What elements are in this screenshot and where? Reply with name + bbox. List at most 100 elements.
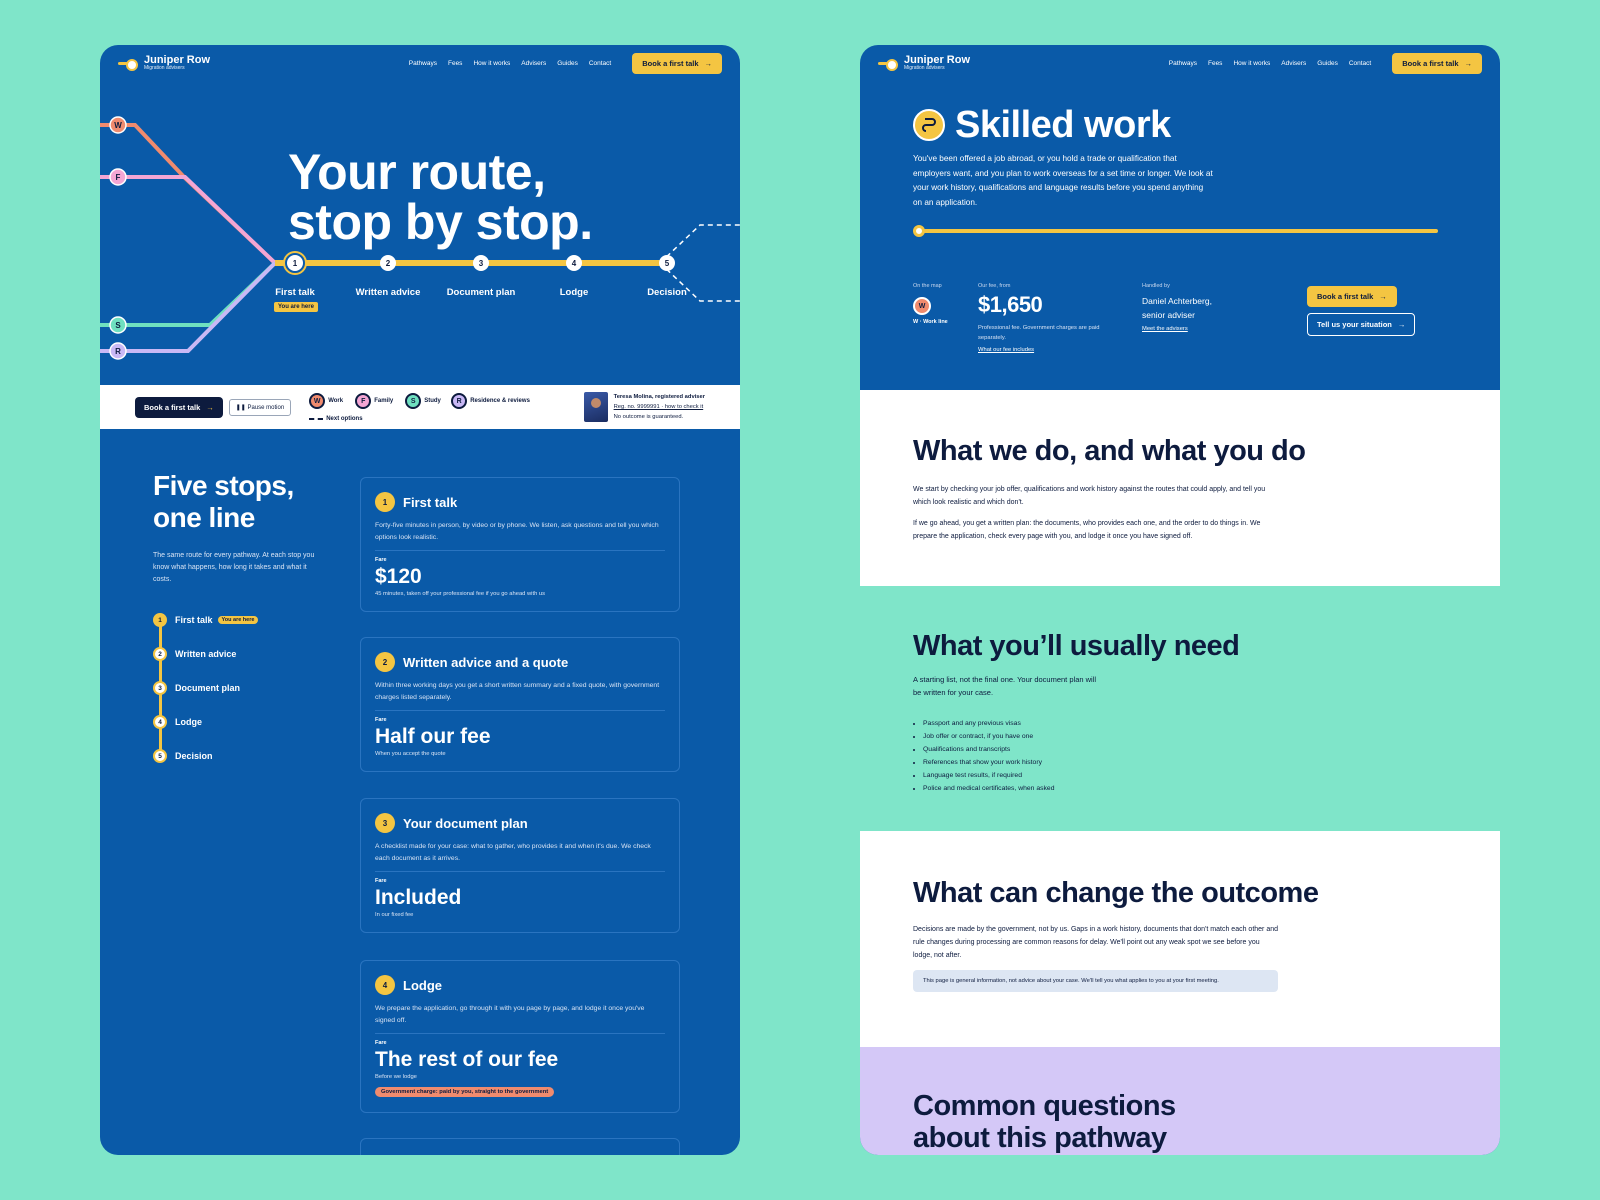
legend-bar: Book a first talk → ❚❚ Pause motion W Work…: [100, 385, 740, 429]
fare-note: When you accept the quote: [375, 751, 446, 757]
list-item: Qualifications and transcripts: [923, 743, 1054, 756]
stop-card-decision: [360, 1138, 680, 1155]
on-map-label: On the map: [913, 283, 942, 289]
government-charge-badge: Government charge: paid by you, straight…: [375, 1087, 555, 1097]
fare-value: $120: [375, 565, 422, 588]
nav-link-advisers[interactable]: Advisers: [1281, 60, 1306, 67]
station-label-written-advice[interactable]: Written advice: [356, 287, 421, 298]
mini-stop-number: 5: [153, 749, 167, 763]
legend-item-family: F Family: [355, 393, 393, 409]
mini-stop-decision[interactable]: 5 Decision: [153, 749, 333, 783]
handled-by-name: Daniel Achterberg, senior adviser: [1142, 295, 1212, 322]
card-title: Lodge: [403, 977, 442, 993]
mini-stop-first-talk[interactable]: 1 First talk You are here: [153, 613, 333, 649]
mini-stop-label: Document plan: [175, 683, 241, 693]
section-paragraph: A starting list, not the final one. Your…: [913, 675, 1097, 697]
line-badge-f: F: [109, 168, 127, 186]
logo-icon: [878, 59, 898, 71]
section-paragraph: We start by checking your job offer, qua…: [913, 486, 1266, 506]
stops-title: Five stops, one line: [153, 470, 294, 534]
pause-motion-button[interactable]: ❚❚ Pause motion: [228, 398, 292, 416]
stop-card-first-talk: 1 First talk Forty-five minutes in person…: [360, 477, 680, 612]
line-badge-s: S: [109, 316, 127, 334]
legend-label: Study: [424, 398, 441, 404]
card-number: 4: [375, 975, 395, 995]
nav-link-pathways[interactable]: Pathways: [1169, 60, 1197, 67]
legend-badge-f: F: [355, 393, 372, 409]
legend-next-options: Next options: [309, 416, 363, 422]
legend-item-study: S Study: [405, 393, 441, 409]
fee-label: Our fee, from: [978, 283, 1011, 289]
fee-includes-link[interactable]: What our fee includes: [978, 347, 1034, 353]
card-description: Within three working days you get a shor…: [375, 680, 665, 711]
card-number: 2: [375, 652, 395, 672]
section-title-faq: Common questions about this pathway: [913, 1090, 1176, 1154]
section-title-what-you-need: What you’ll usually need: [913, 630, 1240, 662]
card-title: Written advice and a quote: [403, 654, 569, 670]
top-nav: Juniper Row Migration advisers Pathways …: [860, 45, 1500, 81]
page-title: Skilled work: [955, 104, 1171, 146]
svg-text:S: S: [115, 321, 121, 330]
fee-value: $1,650: [978, 292, 1043, 317]
nav-book-button[interactable]: Book a first talk →: [1392, 52, 1482, 74]
fare-label: Fare: [375, 1040, 387, 1046]
mini-stop-label: Lodge: [175, 717, 202, 727]
fare-value: Included: [375, 886, 462, 909]
station-3: 3: [473, 255, 489, 271]
mini-stop-written-advice[interactable]: 2 Written advice: [153, 647, 333, 683]
home-page-panel: Juniper Row Migration advisers Pathways …: [100, 45, 740, 1155]
nav-link-how-it-works[interactable]: How it works: [1233, 60, 1270, 67]
svg-text:F: F: [116, 173, 121, 182]
nav-link-guides[interactable]: Guides: [1317, 60, 1338, 67]
station-label-lodge[interactable]: Lodge: [560, 287, 589, 298]
card-number: 1: [375, 492, 395, 512]
hero: W F S R 1 2 3 4 5 Your route, stop by st…: [100, 45, 740, 385]
mini-stop-label: Decision: [175, 751, 213, 761]
adviser-name: Teresa Molina, registered adviser: [613, 394, 705, 400]
fare-value: Half our fee: [375, 725, 491, 748]
avatar: [583, 392, 608, 422]
meet-advisers-link[interactable]: Meet the advisers: [1142, 326, 1188, 332]
list-item: Police and medical certificates, when as…: [923, 782, 1054, 795]
family-line: [100, 175, 277, 265]
handled-by-label: Handled by: [1142, 283, 1170, 289]
tell-situation-label: Tell us your situation: [1317, 320, 1392, 329]
handled-by-line-1: Daniel Achterberg,: [1142, 296, 1212, 306]
faq-title-line-2: about this pathway: [913, 1122, 1167, 1154]
svg-text:2: 2: [386, 259, 391, 268]
arrow-right-icon: →: [1379, 292, 1387, 301]
mini-stop-number: 3: [153, 681, 167, 695]
book-first-talk-button[interactable]: Book a first talk →: [1307, 286, 1397, 307]
nav-book-label: Book a first talk: [1402, 58, 1459, 68]
you-are-here-badge: You are here: [274, 302, 318, 312]
mini-stop-lodge[interactable]: 4 Lodge: [153, 715, 333, 751]
arrow-right-icon: →: [206, 402, 214, 412]
nav-link-contact[interactable]: Contact: [1349, 60, 1371, 67]
station-5: 5: [659, 255, 675, 271]
line-legend: W Work F Family S Study R Residence & review…: [309, 387, 559, 427]
needs-list: Passport and any previous visas Job offe…: [913, 717, 1054, 795]
fare-label: Fare: [375, 878, 387, 884]
station-label-document-plan[interactable]: Document plan: [447, 287, 516, 298]
section-title-what-we-do: What we do, and what you do: [913, 435, 1306, 467]
station-label-first-talk[interactable]: First talk: [275, 287, 315, 298]
list-item: References that show your work history: [923, 756, 1054, 769]
book-first-talk-button[interactable]: Book a first talk →: [135, 396, 223, 418]
next-options-label: Next options: [326, 416, 363, 422]
station-label-decision[interactable]: Decision: [647, 287, 687, 298]
arrow-right-icon: →: [1397, 320, 1406, 329]
work-line-badge: W: [913, 297, 931, 315]
arrow-right-icon: →: [1464, 58, 1473, 68]
legend-label: Residence & reviews: [470, 398, 530, 404]
logo[interactable]: Juniper Row Migration advisers: [878, 55, 970, 71]
journey-progress-bar: [913, 225, 1438, 237]
nav-link-fees[interactable]: Fees: [1208, 60, 1222, 67]
pause-icon: ❚❚: [235, 404, 246, 411]
line-badge-w: W: [109, 116, 127, 134]
adviser-reg-link[interactable]: Reg. no. 9999991 · how to check it: [614, 402, 705, 412]
fare-note: 45 minutes, taken off your professional …: [375, 591, 546, 597]
mini-stop-document-plan[interactable]: 3 Document plan: [153, 681, 333, 717]
tell-situation-button[interactable]: Tell us your situation →: [1307, 313, 1416, 336]
station-1: 1: [283, 251, 307, 275]
stop-card-document-plan: 3 Your document plan A checklist made for…: [360, 798, 680, 933]
